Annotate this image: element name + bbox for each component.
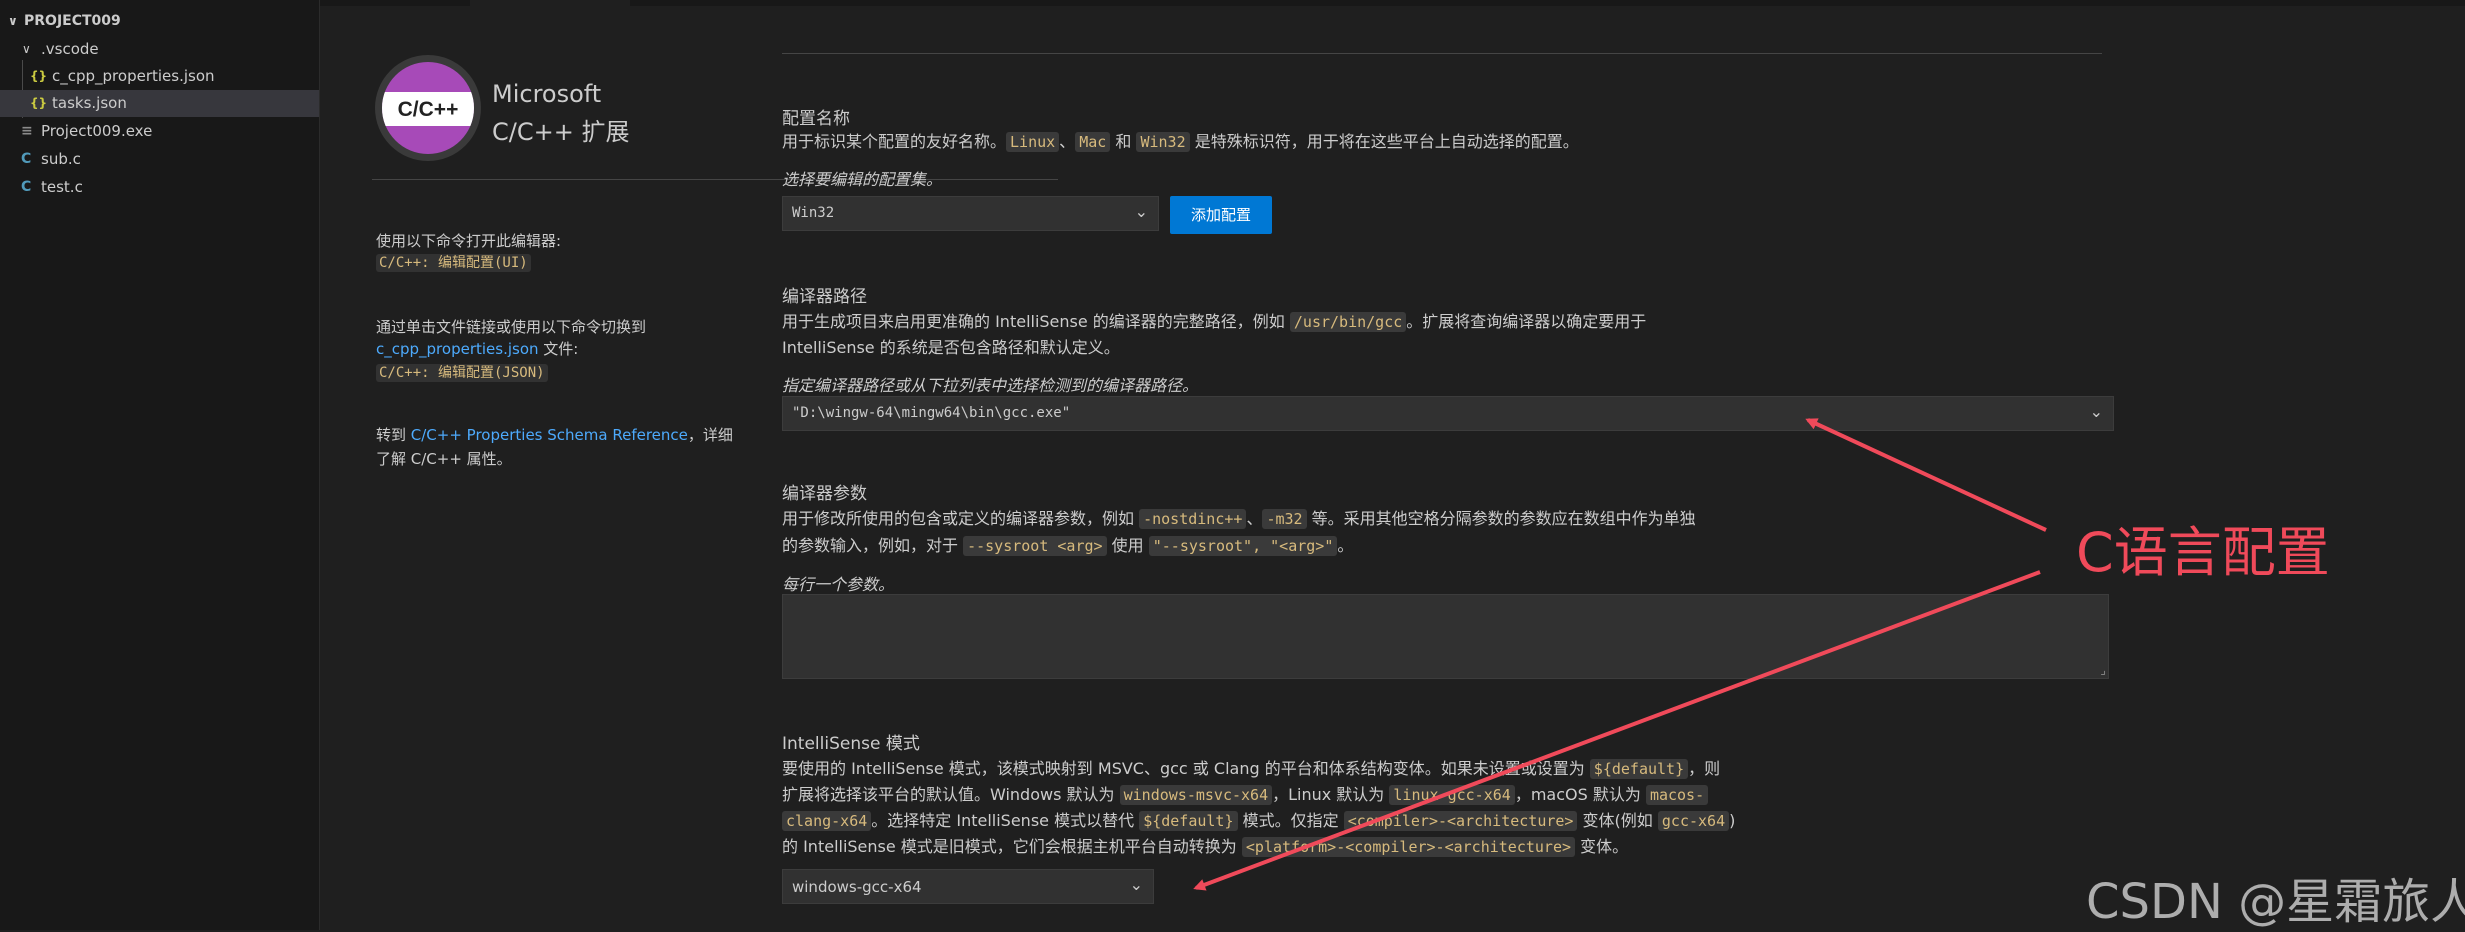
annotation-label: C语言配置 (2076, 521, 2330, 584)
annotation-arrow (1805, 418, 2047, 532)
watermark: CSDN @星霜旅人 (2086, 874, 2465, 930)
annotation-arrow (1193, 570, 2041, 891)
annotation-overlay (1193, 418, 2047, 891)
